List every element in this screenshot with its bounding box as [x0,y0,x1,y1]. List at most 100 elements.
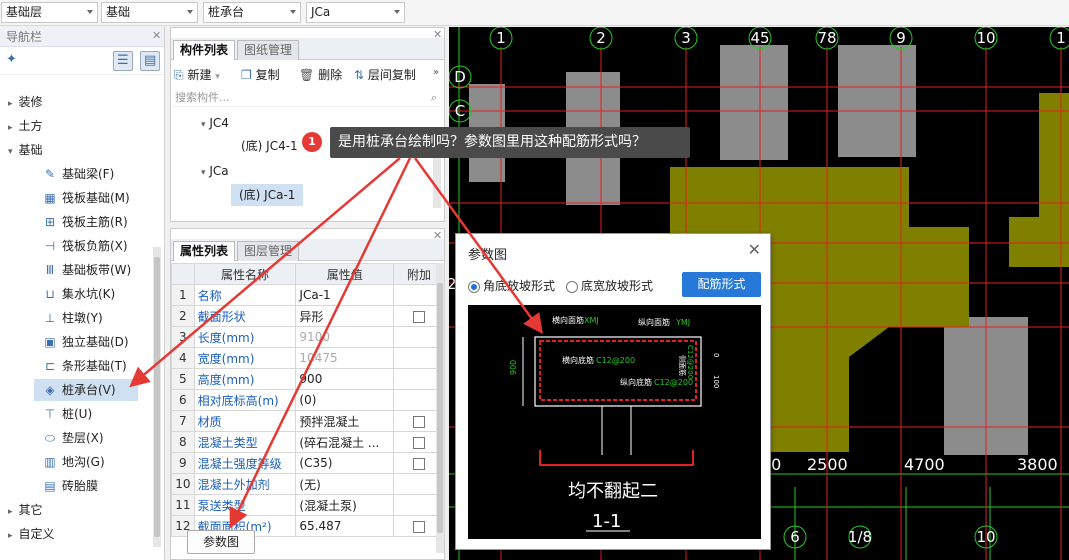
tree-item-jc4-1[interactable]: (底) JC4-1 [233,135,306,157]
table-row[interactable]: 8 混凝土类型 (碎石混凝土 ... [171,431,445,453]
chevron-down-icon [87,10,93,14]
floor-copy-button[interactable]: ⇅ 层间复制 [354,65,416,85]
nav-scroll-thumb[interactable] [154,257,160,537]
cap-outline [534,336,702,407]
checkbox[interactable] [413,310,426,323]
grid-icon: ▦ [44,191,56,205]
radio-label: 底宽放坡形式 [581,279,654,293]
axis-label: 1 [496,29,506,47]
nav-item[interactable]: Ⅲ 基础板带(W) [42,259,131,281]
property-value[interactable]: (0) [295,389,395,411]
cushion-icon: ⬭ [44,431,56,445]
tab-drawing-management[interactable]: 图纸管理 [237,40,300,60]
tree-group-jc4[interactable]: ▾ JC4 [201,112,229,134]
property-value[interactable]: 10475 [295,347,395,369]
table-row[interactable]: 6 相对底标高(m) (0) [171,389,445,411]
property-name: 截面形状 [193,305,297,327]
table-row[interactable]: 3 长度(mm) 9100 [171,326,445,348]
table-row[interactable]: 7 材质 预拌混凝土 [171,410,445,432]
close-icon[interactable]: ✕ [748,240,761,259]
property-scrollbar[interactable] [436,263,444,553]
nav-item[interactable]: ⊞ 筏板主筋(R) [42,211,128,233]
checkbox[interactable] [413,520,426,533]
category-select-value: 基础 [106,5,131,19]
table-row[interactable]: 5 高度(mm) 900 [171,368,445,390]
nav-item[interactable]: ⊣ 筏板负筋(X) [42,235,128,257]
nav-item[interactable]: ▥ 地沟(G) [42,451,104,473]
property-value[interactable]: 异形 [295,305,395,327]
nav-item[interactable]: ▣ 独立基础(D) [42,331,128,353]
nav-item[interactable]: ◈ 桩承台(V) [34,379,138,401]
property-value[interactable]: JCa-1 [295,284,395,306]
navigation-panel: 导航栏 ✕ ✦ ☰ ▤ ▸ 装修 ▸ 土方 ▾ 基础 ✎ 基础梁(F) ▦ 筏板基础(M) ⊞ 筏板主… [0,27,165,560]
table-row[interactable]: 10 混凝土外加剂 (无) [171,473,445,495]
h-bottom-label: 横向底筋 [562,355,594,365]
checkbox[interactable] [413,415,426,428]
table-row[interactable]: 2 截面形状 异形 [171,305,445,327]
component-search-input[interactable]: 搜索构件... ⌕ [173,89,441,107]
h-bottom-value: C12@200 [596,356,635,365]
property-tabs: 属性列表 图层管理 [171,239,444,261]
copy-button[interactable]: ❐ 复制 [241,65,280,85]
property-value[interactable]: (C35) [295,452,395,474]
tab-layer-management[interactable]: 图层管理 [237,241,300,261]
nav-item[interactable]: ▤ 砖胎膜 [42,475,98,497]
add-sparkle-icon[interactable]: ✦ [6,52,17,67]
radio-corner-slope[interactable]: 角底放坡形式 [468,277,555,294]
nav-item-label: 桩(U) [62,407,93,421]
nav-group[interactable]: ▸ 其它 [8,499,43,521]
nav-item[interactable]: ⊔ 集水坑(K) [42,283,115,305]
nav-item[interactable]: ⊏ 条形基础(T) [42,355,127,377]
nav-item[interactable]: ✎ 基础梁(F) [42,163,114,185]
radio-width-slope[interactable]: 底宽放坡形式 [566,277,653,294]
nav-group[interactable]: ▸ 装修 [8,91,43,113]
floor-copy-label: 层间复制 [367,68,416,82]
new-button[interactable]: ⎘ 新建 ▾ [174,65,220,85]
property-value[interactable]: 65.487 [295,515,395,537]
param-diagram-button[interactable]: 参数图 [187,530,255,554]
checkbox[interactable] [413,436,426,449]
component-tabs: 构件列表 图纸管理 [171,38,444,60]
tab-property-list[interactable]: 属性列表 [173,241,236,261]
nav-group[interactable]: ▾ 基础 [8,139,43,161]
property-value[interactable]: (碎石混凝土 ... [295,431,395,453]
list-view-button[interactable]: ☰ [113,51,133,71]
property-value[interactable]: 预拌混凝土 [295,410,395,432]
type-select[interactable]: 桩承台 [203,2,301,23]
table-row[interactable]: 9 混凝土强度等级 (C35) [171,452,445,474]
more-icon[interactable]: » [433,67,439,78]
table-row[interactable]: 1 名称 JCa-1 [171,284,445,306]
nav-group[interactable]: ▸ 自定义 [8,523,55,545]
property-name: 泵送类型 [193,494,297,516]
nav-item-label: 集水坑(K) [62,287,116,301]
section-svg: 900 横向面筋 XMJ 纵向面筋 YMJ 横向底筋 C12@200 纵向底筋 … [509,315,720,532]
instance-select[interactable]: JCa [306,2,405,23]
rebar-form-button[interactable]: 配筋形式 [682,272,761,297]
nav-group[interactable]: ▸ 土方 [8,115,43,137]
floor-select[interactable]: 基础层 [1,2,98,23]
row-index: 2 [171,305,195,327]
chevron-right-icon: ▸ [8,123,13,133]
detail-view-button[interactable]: ▤ [140,51,160,71]
property-scroll-thumb[interactable] [437,283,443,533]
tree-group-jca[interactable]: ▾ JCa [201,160,229,182]
property-value[interactable]: 900 [295,368,395,390]
nav-item[interactable]: ⊥ 柱墩(Y) [42,307,103,329]
nav-item[interactable]: ▦ 筏板基础(M) [42,187,129,209]
tab-component-list[interactable]: 构件列表 [173,40,236,60]
property-value[interactable]: (无) [295,473,395,495]
delete-button[interactable]: 🗑 删除 [299,65,342,85]
table-row[interactable]: 4 宽度(mm) 10475 [171,347,445,369]
nav-scrollbar[interactable] [153,247,161,547]
table-row[interactable]: 11 泵送类型 (混凝土泵) [171,494,445,516]
close-icon[interactable]: ✕ [152,29,161,42]
row-index: 4 [171,347,195,369]
property-value[interactable]: 9100 [295,326,395,348]
tree-item-jca-1[interactable]: (底) JCa-1 [231,184,304,206]
property-value[interactable]: (混凝土泵) [295,494,395,516]
nav-item[interactable]: ⬭ 垫层(X) [42,427,104,449]
category-select[interactable]: 基础 [101,2,198,23]
copy-icon: ❐ [241,68,252,82]
nav-item[interactable]: ⊤ 桩(U) [42,403,92,425]
checkbox[interactable] [413,457,426,470]
